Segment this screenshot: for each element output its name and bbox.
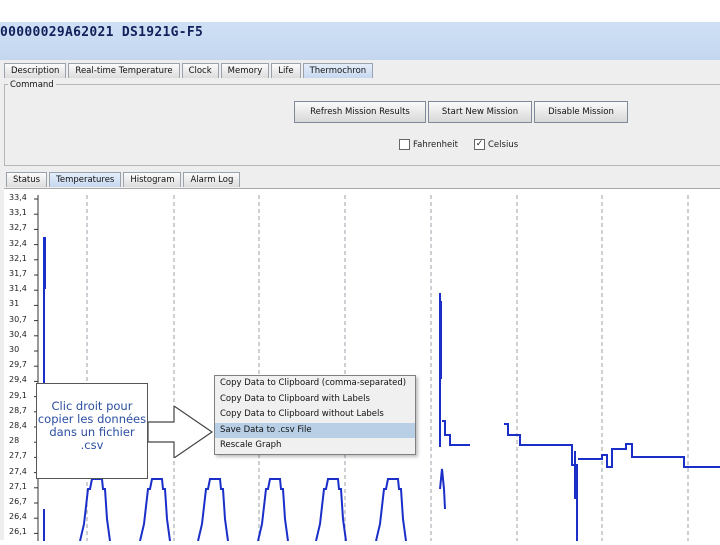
- tab-description[interactable]: Description: [4, 63, 67, 78]
- start-new-mission-button[interactable]: Start New Mission: [428, 101, 532, 123]
- y-axis-tick-label: 33,4: [9, 193, 27, 202]
- y-axis-tick-label: 26,7: [9, 497, 27, 506]
- fahrenheit-label: Fahrenheit: [413, 139, 458, 150]
- y-axis-tick-label: 26,1: [9, 527, 27, 537]
- celsius-checkbox[interactable]: ✓ Celsius: [474, 139, 518, 150]
- fahrenheit-checkbox[interactable]: Fahrenheit: [399, 139, 458, 150]
- y-axis-tick-label: 28,4: [9, 421, 27, 430]
- disable-mission-button[interactable]: Disable Mission: [534, 101, 628, 123]
- celsius-checkbox-box[interactable]: ✓: [474, 139, 485, 150]
- tab-thermochron[interactable]: Thermochron: [302, 63, 374, 78]
- y-axis-tick-label: 27,1: [9, 481, 27, 491]
- y-axis-tick-label: 26,4: [9, 512, 27, 522]
- tab-memory[interactable]: Memory: [220, 63, 270, 78]
- callout-note: Clic droit pour copier les données dans …: [36, 383, 148, 479]
- series-line-step: [442, 420, 470, 446]
- refresh-mission-results-button[interactable]: Refresh Mission Results: [294, 101, 426, 123]
- celsius-label: Celsius: [488, 139, 519, 150]
- y-axis-tick-label: 32,4: [9, 238, 27, 248]
- y-axis-tick-label: 28: [9, 436, 20, 446]
- tab-real-time-temperature[interactable]: Real-time Temperature: [68, 63, 180, 78]
- series-line-daily-cycle: [139, 478, 171, 542]
- y-axis-tick-label: 27,7: [9, 451, 27, 461]
- sub-tab-bar: Status Temperatures Histogram Alarm Log: [6, 172, 242, 187]
- window-title: 00000029A62021 DS1921G-F5: [0, 25, 204, 40]
- tab-clock[interactable]: Clock: [181, 63, 219, 78]
- y-axis-tick-label: 27,4: [9, 466, 27, 476]
- series-line-tail: [578, 443, 720, 468]
- series-line-daily-cycle: [375, 478, 407, 542]
- series-line-daily-cycle: [197, 478, 229, 542]
- series-line-step-2: [504, 423, 535, 446]
- y-axis-tick-label: 33,1: [9, 208, 27, 218]
- series-line-daily-cycle: [315, 478, 347, 542]
- y-axis-tick-label: 30,7: [9, 314, 27, 324]
- tab-life[interactable]: Life: [271, 63, 301, 78]
- y-axis-tick-label: 30,4: [9, 329, 27, 339]
- y-axis-tick-label: 29,4: [9, 375, 27, 385]
- context-menu-item[interactable]: Copy Data to Clipboard (comma-separated): [215, 376, 415, 392]
- main-tab-bar: Description Real-time Temperature Clock Mem…: [4, 63, 375, 78]
- command-panel: [4, 84, 720, 166]
- temperature-graph[interactable]: 33,4 33,1 32,7 32,4 32,1 31,7 31,4 31 30,7 30,4 30…: [4, 188, 720, 542]
- context-menu-item[interactable]: Rescale Graph: [215, 438, 415, 454]
- subtab-temperatures[interactable]: Temperatures: [49, 172, 122, 187]
- y-axis-tick-label: 29,1: [9, 390, 27, 400]
- series-line-drop: [534, 444, 578, 541]
- context-menu-item[interactable]: Copy Data to Clipboard without Labels: [215, 407, 415, 423]
- y-axis-tick-label: 31,7: [9, 269, 27, 278]
- subtab-status[interactable]: Status: [6, 172, 48, 187]
- series-line-spike-2: [439, 293, 442, 447]
- series-line-dip: [439, 468, 446, 510]
- subtab-alarm-log[interactable]: Alarm Log: [183, 172, 241, 187]
- y-axis-tick-label: 32,1: [9, 253, 27, 263]
- series-line-daily-cycle: [79, 478, 111, 542]
- y-axis-tick-label: 30: [9, 345, 20, 354]
- y-axis-tick-label: 31,4: [9, 284, 27, 294]
- subtab-histogram[interactable]: Histogram: [123, 172, 182, 187]
- arrow-right-icon: [148, 406, 214, 458]
- graph-canvas: [34, 195, 720, 542]
- context-menu-item[interactable]: Save Data to .csv File: [215, 422, 415, 438]
- y-axis-tick-label: 28,7: [9, 405, 27, 415]
- fahrenheit-checkbox-box[interactable]: [399, 139, 410, 150]
- y-axis-tick-label: 29,7: [9, 360, 27, 370]
- command-legend: Command: [8, 80, 56, 90]
- series-line-daily-cycle: [257, 478, 289, 542]
- context-menu: Copy Data to Clipboard (comma-separated)…: [214, 375, 416, 455]
- context-menu-item[interactable]: Copy Data to Clipboard with Labels: [215, 392, 415, 408]
- y-axis-tick-label: 32,7: [9, 223, 27, 233]
- y-axis-tick-label: 31: [9, 299, 20, 309]
- title-bar-top: [0, 0, 720, 22]
